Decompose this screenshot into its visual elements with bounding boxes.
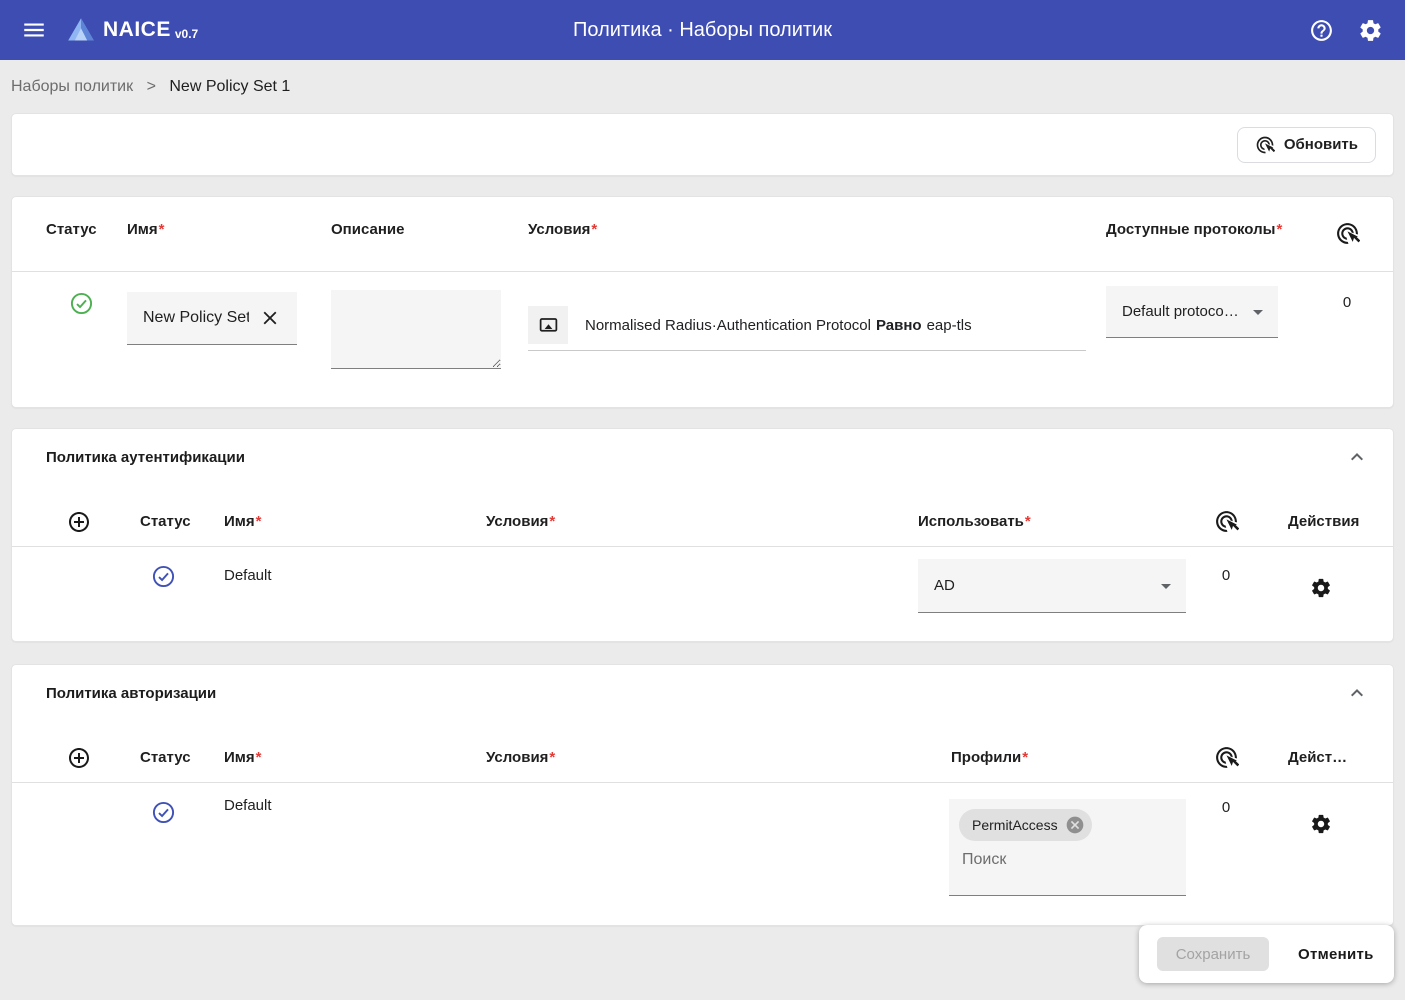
hits-click-icon (1335, 221, 1360, 246)
add-rule-icon[interactable] (67, 510, 91, 534)
breadcrumb-current: New Policy Set 1 (169, 78, 290, 95)
col-header-conditions: Условия* (528, 221, 1106, 246)
add-rule-icon[interactable] (67, 746, 91, 770)
policy-set-card: Статус Имя* Описание Условия* Доступные … (11, 196, 1394, 408)
dropdown-arrow-icon (1246, 300, 1270, 324)
status-enabled-icon[interactable] (152, 565, 175, 588)
identity-store-value: AD (934, 577, 955, 594)
row-actions-gear-icon[interactable] (1310, 577, 1332, 599)
authorization-table-header: Статус Имя* Условия* Профили* Дейст… (12, 705, 1393, 783)
refresh-hits-button[interactable]: Обновить (1237, 127, 1376, 163)
required-asterisk: * (159, 221, 165, 238)
authorization-policy-card: Политика авторизации Статус Имя* Условия… (11, 664, 1394, 926)
refresh-button-label: Обновить (1284, 136, 1358, 153)
collapse-chevron-up-icon[interactable] (1345, 445, 1369, 469)
protocols-select[interactable]: Default protoco… (1106, 286, 1278, 338)
profile-chip-label: PermitAccess (972, 817, 1058, 833)
profiles-search-input[interactable] (959, 851, 1159, 869)
condition-attribute: Normalised Radius·Authentication Protoco… (585, 317, 871, 334)
col-header-hits (1301, 221, 1393, 246)
col-header-conditions: Условия* (486, 513, 918, 530)
chip-remove-icon[interactable] (1065, 815, 1085, 835)
settings-gear-icon[interactable] (1358, 18, 1383, 43)
authentication-section-title: Политика аутентификации (12, 429, 1393, 469)
help-icon[interactable] (1309, 18, 1334, 43)
brand-name: NAICE (103, 18, 171, 42)
profiles-multiselect[interactable]: PermitAccess (949, 799, 1186, 896)
menu-icon[interactable] (21, 17, 47, 43)
condition-text: Normalised Radius·Authentication Protoco… (585, 317, 972, 334)
brand-version: v0.7 (175, 27, 198, 41)
rule-hits-count: 0 (1186, 799, 1266, 816)
authorization-rule-row: Default PermitAccess 0 (12, 783, 1393, 925)
profile-chip: PermitAccess (959, 809, 1092, 841)
authorization-section-title: Политика авторизации (12, 665, 1393, 705)
row-actions-gear-icon[interactable] (1310, 813, 1332, 835)
col-header-actions: Дейст… (1266, 749, 1393, 766)
collapse-chevron-up-icon[interactable] (1345, 681, 1369, 705)
rule-name: Default (224, 797, 486, 814)
col-header-name: Имя* (224, 749, 486, 766)
app-logo-icon (67, 16, 95, 44)
col-header-protocols: Доступные протоколы* (1106, 221, 1301, 246)
rule-name: Default (224, 567, 486, 584)
policy-set-description-textarea[interactable] (331, 290, 501, 369)
policy-set-name-input[interactable] (143, 309, 249, 327)
hits-click-icon (1214, 745, 1239, 770)
condition-type-box (528, 306, 568, 344)
required-asterisk: * (256, 513, 262, 530)
protocols-select-value: Default protoco… (1122, 303, 1239, 320)
col-header-name: Имя* (224, 513, 486, 530)
app-brand: NAICE v0.7 (67, 16, 198, 44)
app-bar: NAICE v0.7 Политика · Наборы политик (0, 0, 1405, 60)
condition-display-icon (538, 315, 559, 336)
dropdown-arrow-icon (1154, 574, 1178, 598)
authentication-rule-row: Default AD 0 (12, 547, 1393, 641)
status-enabled-icon[interactable] (152, 801, 175, 824)
save-button[interactable]: Сохранить (1157, 937, 1269, 971)
condition-operator: Равно (876, 317, 922, 334)
authentication-policy-card: Политика аутентификации Статус Имя* Усло… (11, 428, 1394, 642)
required-asterisk: * (256, 749, 262, 766)
appbar-actions (1309, 18, 1383, 43)
page-title: Политика · Наборы политик (0, 19, 1405, 42)
col-header-conditions: Условия* (486, 749, 918, 766)
policy-set-condition[interactable]: Normalised Radius·Authentication Protoco… (528, 306, 1086, 351)
col-header-use: Использовать* (918, 513, 1186, 530)
status-enabled-icon[interactable] (70, 292, 93, 315)
col-header-hits (1186, 509, 1266, 534)
breadcrumb: Наборы политик > New Policy Set 1 (0, 60, 1405, 97)
required-asterisk: * (591, 221, 597, 238)
required-asterisk: * (1276, 221, 1282, 238)
col-header-actions: Действия (1266, 513, 1393, 530)
toolbar-card: Обновить (11, 113, 1394, 176)
clear-name-icon[interactable] (259, 307, 281, 329)
required-asterisk: * (1022, 749, 1028, 766)
col-header-status: Статус (112, 749, 224, 766)
required-asterisk: * (549, 749, 555, 766)
col-header-status: Статус (46, 221, 127, 246)
hits-click-icon (1214, 509, 1239, 534)
col-header-name: Имя* (127, 221, 331, 246)
condition-value: eap-tls (927, 317, 972, 334)
policy-set-table-header: Статус Имя* Описание Условия* Доступные … (12, 197, 1393, 272)
footer-action-bar: Сохранить Отменить (1139, 925, 1394, 983)
col-header-profiles: Профили* (918, 749, 1186, 766)
breadcrumb-separator: > (147, 78, 156, 95)
col-header-status: Статус (112, 513, 224, 530)
rule-hits-count: 0 (1186, 567, 1266, 584)
policy-set-hits-count: 0 (1301, 294, 1393, 311)
policy-set-name-field (127, 292, 297, 345)
breadcrumb-parent-link[interactable]: Наборы политик (11, 78, 133, 95)
required-asterisk: * (1025, 513, 1031, 530)
hits-click-icon (1255, 135, 1275, 155)
col-header-description: Описание (331, 221, 528, 246)
policy-set-row: Normalised Radius·Authentication Protoco… (12, 272, 1393, 407)
identity-store-select[interactable]: AD (918, 559, 1186, 613)
required-asterisk: * (549, 513, 555, 530)
col-header-hits (1186, 745, 1266, 770)
cancel-button[interactable]: Отменить (1292, 945, 1380, 964)
authentication-table-header: Статус Имя* Условия* Использовать* Дейст… (12, 469, 1393, 547)
